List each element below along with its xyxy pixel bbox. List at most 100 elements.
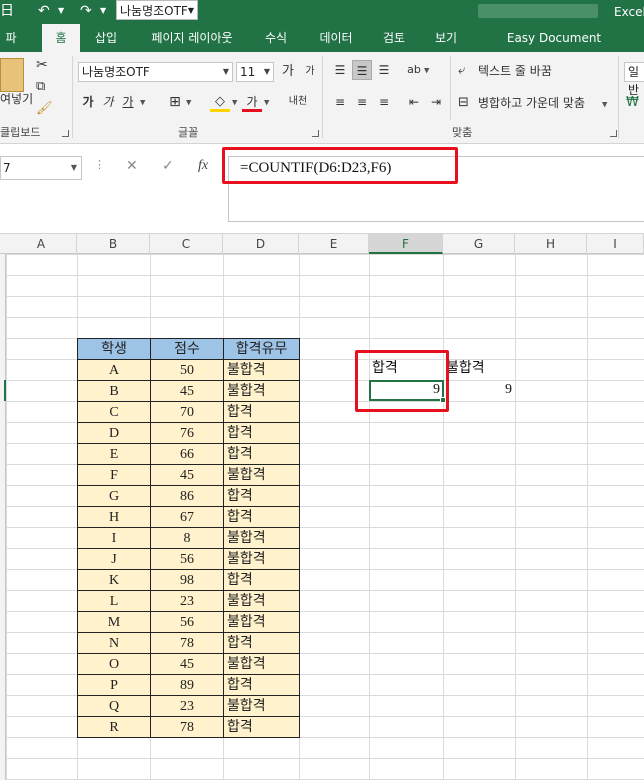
pass-status-cell[interactable]: 합격 xyxy=(223,485,300,507)
pass-status-cell[interactable]: 불합격 xyxy=(223,527,300,549)
student-cell[interactable]: H xyxy=(77,506,151,528)
score-cell[interactable]: 78 xyxy=(150,716,224,738)
pass-status-cell[interactable]: 합격 xyxy=(223,674,300,696)
grow-font-button[interactable]: 가 xyxy=(278,62,298,82)
font-color-dropdown-icon[interactable]: ▼ xyxy=(264,93,269,112)
score-cell[interactable]: 78 xyxy=(150,632,224,654)
fail-count-cell[interactable]: 9 xyxy=(443,380,515,401)
student-cell[interactable]: C xyxy=(77,401,151,423)
copy-icon[interactable]: ⧉ xyxy=(36,78,45,96)
score-cell[interactable]: 89 xyxy=(150,674,224,696)
currency-icon[interactable]: ₩ xyxy=(626,94,639,112)
student-cell[interactable]: K xyxy=(77,569,151,591)
column-header-g[interactable]: G xyxy=(443,234,515,254)
align-top-icon[interactable]: ☰ xyxy=(330,60,350,80)
score-cell[interactable]: 98 xyxy=(150,569,224,591)
score-cell[interactable]: 67 xyxy=(150,506,224,528)
pass-status-cell[interactable]: 불합격 xyxy=(223,380,300,402)
header-student[interactable]: 학생 xyxy=(77,338,151,360)
tab-view[interactable]: 보기 xyxy=(426,24,466,52)
font-name-combo[interactable]: 나눔명조OTF ▼ xyxy=(78,62,233,82)
decrease-indent-icon[interactable]: ⇤ xyxy=(404,92,424,112)
student-cell[interactable]: F xyxy=(77,464,151,486)
tab-page-layout[interactable]: 페이지 레이아웃 xyxy=(140,24,244,52)
cancel-icon[interactable]: ✕ xyxy=(126,158,138,174)
wrap-text-icon[interactable]: ⤶ xyxy=(458,62,465,80)
student-cell[interactable]: L xyxy=(77,590,151,612)
student-cell[interactable]: P xyxy=(77,674,151,696)
column-header-e[interactable]: E xyxy=(299,234,369,254)
student-cell[interactable]: D xyxy=(77,422,151,444)
score-cell[interactable]: 45 xyxy=(150,653,224,675)
pass-status-cell[interactable]: 불합격 xyxy=(223,695,300,717)
pass-status-cell[interactable]: 불합격 xyxy=(223,611,300,633)
column-header-d[interactable]: D xyxy=(223,234,299,254)
undo-icon[interactable]: ↶ xyxy=(38,0,50,24)
column-header-b[interactable]: B xyxy=(77,234,150,254)
number-format-combo[interactable]: 일반 xyxy=(624,62,644,97)
phonetic-button[interactable]: 내천 xyxy=(284,92,312,112)
cut-icon[interactable]: ✂ xyxy=(36,56,48,74)
pass-status-cell[interactable]: 합격 xyxy=(223,569,300,591)
student-cell[interactable]: R xyxy=(77,716,151,738)
column-header-i[interactable]: I xyxy=(587,234,644,254)
underline-button[interactable]: 가 xyxy=(118,92,138,112)
name-box[interactable]: 7 ▼ xyxy=(0,156,82,180)
tab-insert[interactable]: 삽입 xyxy=(86,24,126,52)
student-cell[interactable]: A xyxy=(77,359,151,381)
tab-file[interactable]: 파일 xyxy=(0,24,22,73)
enter-icon[interactable]: ✓ xyxy=(162,158,174,174)
column-header-a[interactable]: A xyxy=(6,234,77,254)
pass-status-cell[interactable]: 불합격 xyxy=(223,653,300,675)
paste-button[interactable]: 여넣기 xyxy=(0,90,33,108)
score-cell[interactable]: 56 xyxy=(150,611,224,633)
student-cell[interactable]: J xyxy=(77,548,151,570)
align-center-icon[interactable]: ≡ xyxy=(352,92,372,112)
student-cell[interactable]: O xyxy=(77,653,151,675)
insert-function-icon[interactable]: fx xyxy=(198,158,208,174)
quick-font-combo[interactable]: 나눔명조OTF ▼ xyxy=(116,0,198,20)
increase-indent-icon[interactable]: ⇥ xyxy=(426,92,446,112)
student-cell[interactable]: Q xyxy=(77,695,151,717)
student-cell[interactable]: N xyxy=(77,632,151,654)
bold-button[interactable]: 가 xyxy=(78,92,98,112)
font-size-combo[interactable]: 11 ▼ xyxy=(236,62,274,82)
header-pass-status[interactable]: 합격유무 xyxy=(223,338,300,360)
merge-center-button[interactable]: 병합하고 가운데 맞춤 xyxy=(478,94,585,112)
student-cell[interactable]: E xyxy=(77,443,151,465)
shrink-font-button[interactable]: 가 xyxy=(300,62,320,82)
pass-status-cell[interactable]: 합격 xyxy=(223,716,300,738)
orientation-dropdown-icon[interactable]: ▼ xyxy=(424,61,429,80)
borders-dropdown-icon[interactable]: ▼ xyxy=(186,93,191,112)
align-middle-icon[interactable]: ☰ xyxy=(352,60,372,80)
align-bottom-icon[interactable]: ☰ xyxy=(374,60,394,80)
column-header-f[interactable]: F xyxy=(369,234,443,254)
fill-color-dropdown-icon[interactable]: ▼ xyxy=(232,93,237,112)
score-cell[interactable]: 45 xyxy=(150,464,224,486)
student-cell[interactable]: M xyxy=(77,611,151,633)
column-header-h[interactable]: H xyxy=(515,234,587,254)
pass-status-cell[interactable]: 합격 xyxy=(223,632,300,654)
score-cell[interactable]: 70 xyxy=(150,401,224,423)
fill-color-icon[interactable]: ◇ xyxy=(210,92,230,112)
underline-dropdown-icon[interactable]: ▼ xyxy=(140,93,145,112)
student-cell[interactable]: B xyxy=(77,380,151,402)
pass-status-cell[interactable]: 합격 xyxy=(223,422,300,444)
save-icon[interactable]: 日 xyxy=(0,0,14,24)
undo-dropdown-icon[interactable]: ▼ xyxy=(58,0,64,24)
score-cell[interactable]: 45 xyxy=(150,380,224,402)
score-cell[interactable]: 56 xyxy=(150,548,224,570)
score-cell[interactable]: 23 xyxy=(150,695,224,717)
merge-center-icon[interactable]: ⊟ xyxy=(458,94,469,112)
font-color-button[interactable]: 가 xyxy=(242,92,262,112)
tab-easy-document-creator[interactable]: Easy Document Creator xyxy=(484,24,624,73)
wrap-text-button[interactable]: 텍스트 줄 바꿈 xyxy=(478,62,552,80)
align-right-icon[interactable]: ≡ xyxy=(374,92,394,112)
pass-status-cell[interactable]: 불합격 xyxy=(223,548,300,570)
tab-review[interactable]: 검토 xyxy=(372,24,416,52)
redo-icon[interactable]: ↷ xyxy=(80,0,92,24)
student-cell[interactable]: I xyxy=(77,527,151,549)
pass-status-cell[interactable]: 합격 xyxy=(223,401,300,423)
borders-icon[interactable]: ⊞ xyxy=(165,92,185,112)
tab-formulas[interactable]: 수식 xyxy=(256,24,296,52)
